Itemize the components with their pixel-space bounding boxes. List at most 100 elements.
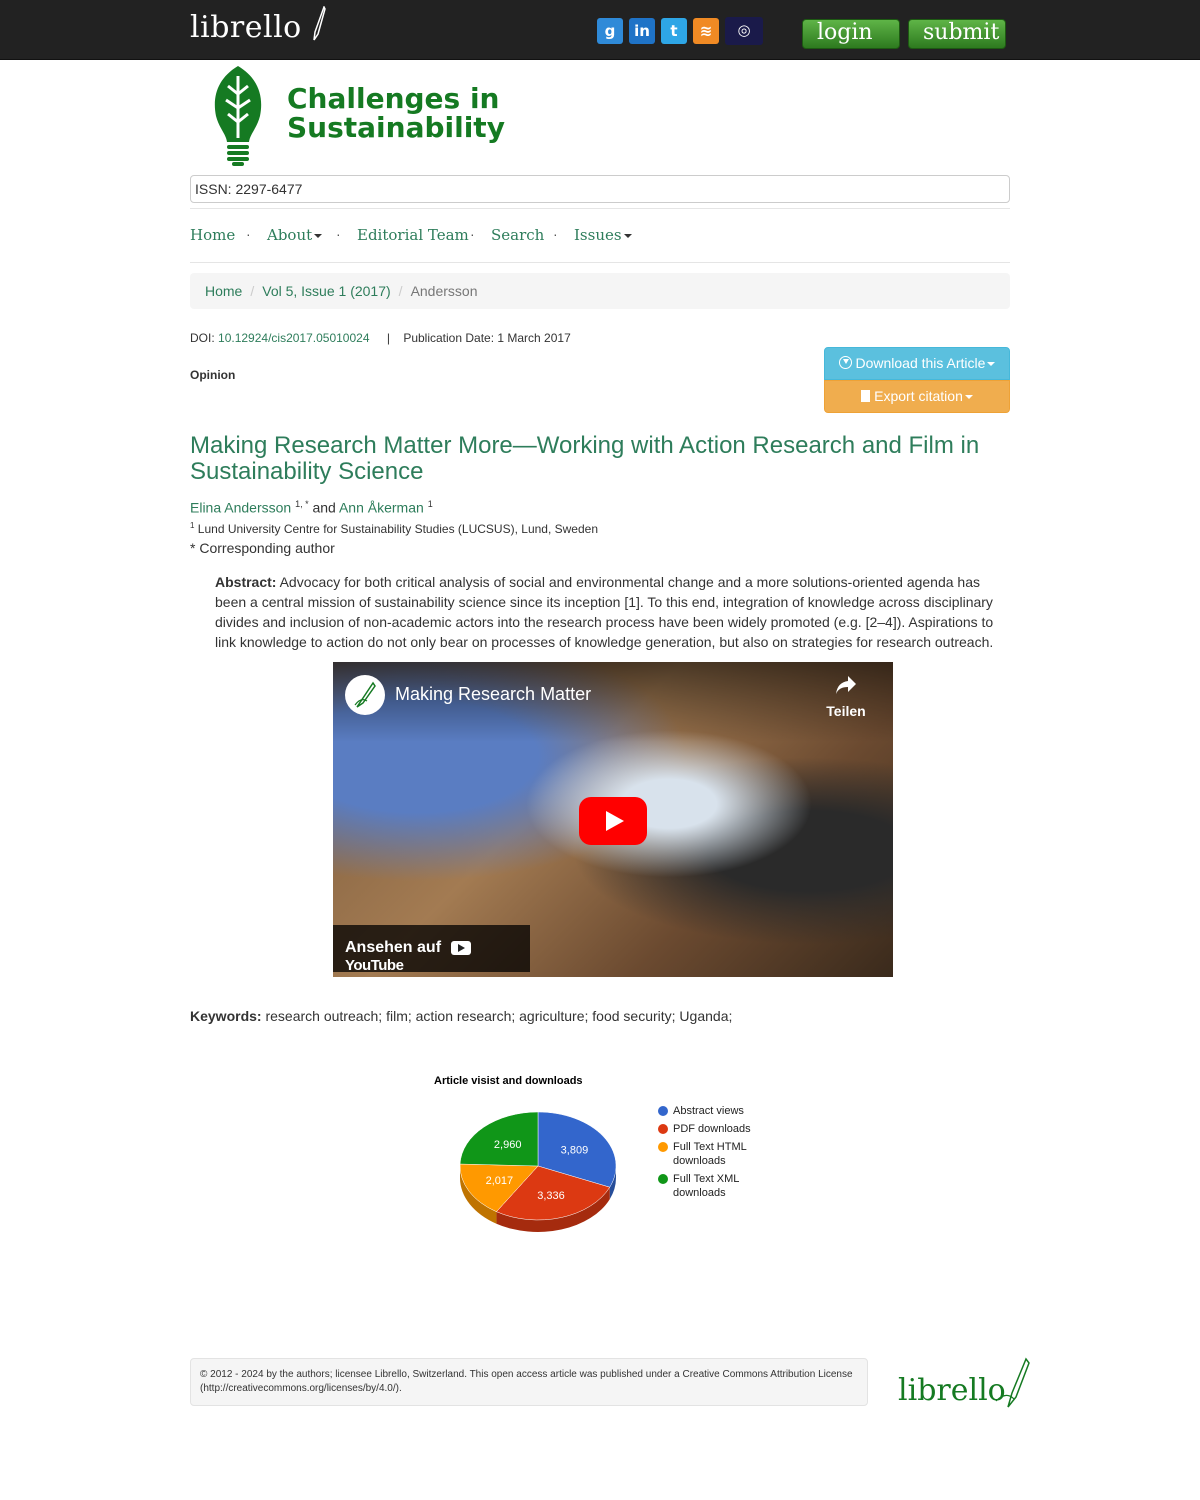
main-nav: Home · About · Editorial Team · Search ·… [190, 208, 1010, 263]
affiliation: 1 Lund University Centre for Sustainabil… [190, 521, 598, 536]
keywords-text: research outreach; film; action research… [265, 1008, 733, 1024]
breadcrumb-separator: / [250, 283, 255, 299]
copyright-icon: © [200, 1369, 208, 1380]
nav-separator: · [336, 226, 341, 242]
article-type: Opinion [190, 368, 236, 382]
archive-icon[interactable]: ◎ [725, 17, 763, 45]
pie-slice-label: 2,017 [486, 1175, 514, 1187]
pie-chart: 3,809 3,336 2,017 2,960 [459, 1111, 617, 1232]
librello-logo[interactable]: librello [190, 6, 326, 45]
caret-down-icon [987, 362, 996, 367]
issn-field: ISSN: 2297-6477 [190, 175, 1010, 203]
abstract: Abstract: Advocacy for both critical ana… [215, 572, 1005, 652]
legend-item[interactable]: PDF downloads [658, 1122, 778, 1136]
play-button[interactable] [579, 797, 647, 845]
pie-slice-label: 3,336 [537, 1190, 565, 1202]
export-label: Export citation [874, 388, 963, 404]
nav-separator: · [553, 226, 558, 242]
pen-nib-icon [354, 681, 376, 708]
breadcrumb-current: Andersson [410, 283, 478, 299]
download-article-button[interactable]: Download this Article [824, 347, 1010, 380]
share-button[interactable]: Teilen [821, 674, 871, 719]
lightbulb-leaf-icon [214, 66, 262, 166]
share-label: Teilen [826, 703, 866, 719]
chart-legend: Abstract views PDF downloads Full Text HTM… [658, 1104, 778, 1204]
channel-avatar[interactable] [345, 675, 385, 715]
chart-title: Article visist and downloads [434, 1075, 583, 1087]
rss-icon[interactable]: ≋ [693, 18, 719, 44]
download-circle-icon [838, 356, 852, 369]
legend-item[interactable]: Full Text HTML downloads [658, 1140, 778, 1168]
pie-slice-label: 3,809 [561, 1144, 589, 1156]
author-affiliation-marker: 1 [427, 499, 433, 509]
breadcrumb: Home / Vol 5, Issue 1 (2017) / Andersson [190, 273, 1010, 309]
article-title: Making Research Matter More—Working with… [190, 432, 980, 485]
author-link[interactable]: Elina Andersson [190, 500, 291, 516]
nav-about[interactable]: About [267, 226, 323, 244]
caret-down-icon [964, 395, 973, 400]
login-label: login [817, 20, 873, 45]
file-icon [861, 390, 871, 402]
legend-label: PDF downloads [673, 1123, 751, 1135]
abstract-text: Advocacy for both critical analysis of s… [215, 574, 994, 650]
corresponding-marker: * [190, 540, 196, 556]
nav-issues-label: Issues [574, 226, 622, 244]
journal-title-line2: Sustainability [287, 111, 505, 144]
breadcrumb-issue[interactable]: Vol 5, Issue 1 (2017) [262, 283, 390, 299]
meta-divider: | [386, 331, 390, 345]
pen-nib-icon [995, 1357, 1030, 1408]
legend-swatch [658, 1174, 668, 1184]
legend-swatch [658, 1124, 668, 1134]
top-navbar: librello g in t ≋ ◎ login submit [0, 0, 1200, 60]
legend-label: Full Text XML downloads [673, 1173, 740, 1199]
youtube-brand: YouTube [345, 957, 404, 974]
breadcrumb-home[interactable]: Home [205, 283, 242, 299]
author-conjunction: and [308, 499, 339, 516]
video-title[interactable]: Making Research Matter [395, 684, 591, 705]
download-label: Download this Article [855, 355, 986, 371]
pen-nib-icon [313, 6, 326, 41]
journal-title[interactable]: Challenges in Sustainability [287, 84, 505, 142]
submit-label: submit [923, 20, 1000, 45]
youtube-video-embed[interactable]: Making Research Matter Teilen Ansehen au… [333, 662, 893, 977]
export-citation-button[interactable]: Export citation [824, 380, 1010, 413]
linkedin-icon[interactable]: in [629, 18, 655, 44]
author-link[interactable]: Ann Åkerman [339, 500, 424, 516]
login-button[interactable]: login [802, 19, 900, 49]
corresponding-text: Corresponding author [199, 540, 335, 556]
legend-label: Abstract views [673, 1105, 744, 1117]
nav-separator: · [470, 226, 475, 242]
legend-swatch [658, 1106, 668, 1116]
keywords: Keywords: research outreach; film; actio… [190, 1008, 732, 1024]
nav-editorial-team[interactable]: Editorial Team [357, 226, 469, 244]
publication-date: Publication Date: 1 March 2017 [403, 331, 571, 345]
caret-down-icon [623, 234, 632, 238]
twitter-icon[interactable]: t [661, 18, 687, 44]
affiliation-marker: 1 [190, 521, 195, 530]
legend-item[interactable]: Full Text XML downloads [658, 1172, 778, 1200]
pie-slice-label: 2,960 [494, 1139, 522, 1151]
corresponding-author-note: * Corresponding author [190, 540, 335, 556]
watch-on-youtube-button[interactable]: Ansehen auf YouTube [333, 925, 530, 974]
keywords-label: Keywords: [190, 1008, 262, 1024]
share-arrow-icon [836, 676, 856, 694]
breadcrumb-separator: / [398, 283, 403, 299]
nav-separator: · [246, 226, 251, 242]
affiliation-text: Lund University Centre for Sustainabilit… [197, 522, 598, 536]
footer-brand-text: librello [898, 1373, 1006, 1408]
google-plus-icon[interactable]: g [597, 18, 623, 44]
nav-home[interactable]: Home [190, 226, 235, 244]
footer-librello-logo[interactable]: librello [898, 1357, 1030, 1408]
author-list: Elina Andersson 1, * and Ann Åkerman 1 [190, 499, 433, 516]
caret-down-icon [314, 234, 323, 238]
submit-button[interactable]: submit [908, 19, 1006, 49]
nav-issues[interactable]: Issues [574, 226, 632, 244]
nav-search[interactable]: Search [491, 226, 544, 244]
legend-swatch [658, 1142, 668, 1152]
doi-link[interactable]: 10.12924/cis2017.05010024 [218, 331, 369, 345]
doi-label: DOI: [190, 331, 215, 345]
article-meta: DOI: 10.12924/cis2017.05010024 | Publica… [190, 331, 571, 345]
watch-label: Ansehen auf [345, 939, 442, 956]
brand-text: librello [190, 10, 302, 45]
legend-item[interactable]: Abstract views [658, 1104, 778, 1118]
